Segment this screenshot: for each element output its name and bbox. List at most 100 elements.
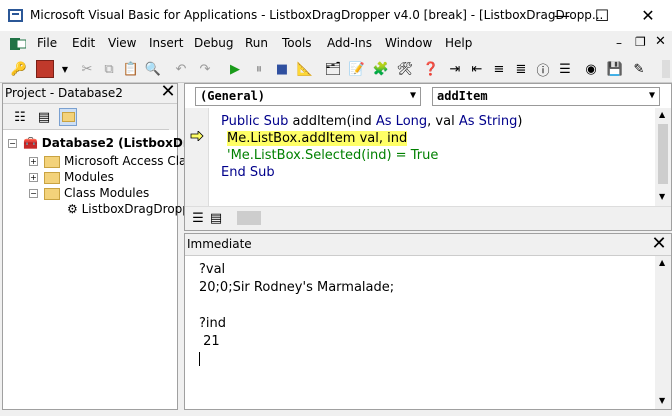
- chevron-down-icon[interactable]: ▼: [56, 60, 74, 78]
- mdi-close-button[interactable]: ✕: [655, 34, 666, 49]
- procedure-combo-value: addItem: [437, 89, 488, 103]
- chevron-up-icon: ▲: [659, 110, 666, 119]
- code-line-4[interactable]: End Sub: [221, 165, 275, 180]
- close-immediate-button[interactable]: ✕: [650, 235, 668, 254]
- code-line-3[interactable]: 'Me.ListBox.Selected(ind) = True: [227, 148, 438, 163]
- project-explorer: Project - Database2 ✕ ☷ ▤ − 🧰 Database2 (…: [2, 83, 193, 410]
- toolbox-icon[interactable]: 🛠: [396, 60, 414, 78]
- immediate-scrollbar[interactable]: ▲ ▼: [655, 256, 671, 409]
- project-toolbar: ☷ ▤: [3, 104, 177, 130]
- window-title: Microsoft Visual Basic for Applications …: [30, 8, 604, 22]
- insert-userform-icon[interactable]: [36, 60, 54, 78]
- outdent-icon[interactable]: ⇤: [468, 60, 486, 78]
- view-object-icon[interactable]: ▤: [35, 108, 53, 126]
- list-constants-icon[interactable]: ≣: [512, 60, 530, 78]
- object-combo-value: (General): [200, 89, 266, 103]
- code-margin[interactable]: [185, 108, 209, 208]
- copy-icon[interactable]: ⧉: [100, 60, 118, 78]
- mdi-minimize-button[interactable]: –: [616, 36, 622, 50]
- toggle-breakpoint-icon[interactable]: ◉: [582, 60, 600, 78]
- menu-tools[interactable]: Tools: [282, 36, 312, 50]
- run-icon[interactable]: ▶: [226, 60, 244, 78]
- menu-addins[interactable]: Add-Ins: [327, 36, 372, 50]
- redo-icon[interactable]: ↷: [196, 60, 214, 78]
- close-window-button[interactable]: ✕: [626, 0, 670, 31]
- help-icon[interactable]: ❓: [422, 60, 440, 78]
- maximize-button[interactable]: ☐: [580, 0, 624, 31]
- chevron-up-icon: ▲: [659, 258, 666, 267]
- minimize-button[interactable]: —: [540, 0, 584, 31]
- menu-window[interactable]: Window: [385, 36, 432, 50]
- list-properties-icon[interactable]: ≡: [490, 60, 508, 78]
- break-icon[interactable]: ⏸: [250, 60, 268, 78]
- comment-block-icon[interactable]: ✎: [630, 60, 648, 78]
- immediate-line[interactable]: ?val: [199, 262, 225, 277]
- procedure-combo[interactable]: addItem ▼: [432, 87, 660, 106]
- project-header: Project - Database2 ✕: [3, 83, 177, 104]
- menu-debug[interactable]: Debug: [194, 36, 233, 50]
- menu-run[interactable]: Run: [245, 36, 268, 50]
- toggle-folders-icon[interactable]: [59, 108, 77, 126]
- title-bar: Microsoft Visual Basic for Applications …: [0, 0, 672, 31]
- menu-insert[interactable]: Insert: [149, 36, 183, 50]
- cut-icon[interactable]: ✂: [78, 60, 96, 78]
- procedure-view-icon[interactable]: ☰: [189, 209, 207, 227]
- tree-item-label: Class Modules: [64, 186, 150, 200]
- project-icon: 🧰: [23, 136, 38, 150]
- immediate-line[interactable]: ?ind: [199, 316, 226, 331]
- class-module-icon: ⚙: [67, 202, 78, 216]
- undo-icon[interactable]: ↶: [172, 60, 190, 78]
- save-icon[interactable]: 💾: [606, 60, 624, 78]
- code-window: (General) ▼ addItem ▼ Public Sub addItem(i…: [184, 83, 672, 231]
- object-combo[interactable]: (General) ▼: [195, 87, 421, 106]
- code-vertical-scrollbar[interactable]: ▲ ▼: [655, 108, 671, 206]
- quick-info-icon[interactable]: ⓘ: [534, 60, 552, 79]
- parameter-info-icon[interactable]: ☰: [556, 60, 574, 78]
- paste-icon[interactable]: 📋: [122, 60, 140, 78]
- tree-item-class[interactable]: ⚙ ListboxDragDropp: [67, 202, 190, 216]
- properties-window-icon[interactable]: 📝: [348, 60, 366, 78]
- tree-item-modules[interactable]: + Modules: [29, 170, 114, 184]
- code-line-2-current[interactable]: Me.ListBox.addItem val, ind: [227, 131, 408, 146]
- immediate-title: Immediate: [187, 237, 252, 251]
- open-folder-icon: [44, 187, 60, 200]
- code-horizontal-scrollbar[interactable]: [237, 211, 261, 225]
- code-line-1[interactable]: Public Sub addItem(ind As Long, val As S…: [221, 114, 523, 129]
- scroll-thumb[interactable]: [658, 124, 668, 184]
- project-scrollbar[interactable]: [169, 104, 177, 130]
- tree-item-class-modules[interactable]: − Class Modules: [29, 186, 149, 200]
- text-cursor: [199, 352, 200, 366]
- menu-bar: File Edit View Insert Debug Run Tools Ad…: [0, 31, 672, 56]
- indent-icon[interactable]: ⇥: [446, 60, 464, 78]
- reset-icon[interactable]: ■: [273, 60, 291, 78]
- view-code-icon[interactable]: ☷: [11, 108, 29, 126]
- menu-edit[interactable]: Edit: [72, 36, 95, 50]
- full-module-view-icon[interactable]: ▤: [207, 209, 225, 227]
- folder-icon: [44, 171, 60, 184]
- menu-help[interactable]: Help: [445, 36, 472, 50]
- chevron-down-icon: ▼: [659, 396, 666, 405]
- view-access-icon[interactable]: 🔑: [10, 60, 28, 78]
- chevron-down-icon: ▼: [648, 90, 655, 101]
- tree-item-label: Microsoft Access Clas: [64, 154, 193, 168]
- immediate-header: Immediate ✕: [185, 234, 671, 256]
- design-mode-icon[interactable]: 📐: [296, 60, 314, 78]
- standard-toolbar: 🔑 ▼ ✂ ⧉ 📋 🔍 ↶ ↷ ▶ ⏸ ■ 📐 🗂 📝 🧩 🛠 ❓ ⇥ ⇤ ≡ …: [0, 56, 672, 83]
- mdi-restore-button[interactable]: ❐: [635, 35, 646, 49]
- menu-view[interactable]: View: [108, 36, 136, 50]
- find-icon[interactable]: 🔍: [144, 60, 162, 78]
- object-browser-icon[interactable]: 🧩: [372, 60, 390, 78]
- tree-project-label: Database2 (ListboxDr: [41, 136, 189, 150]
- menu-file[interactable]: File: [37, 36, 57, 50]
- tree-project-node[interactable]: − 🧰 Database2 (ListboxDr: [8, 136, 189, 150]
- excel-icon: [10, 38, 27, 50]
- vba-app-icon: [7, 7, 24, 24]
- close-project-button[interactable]: ✕: [159, 83, 177, 102]
- tree-item-access-objects[interactable]: + Microsoft Access Clas: [29, 154, 193, 168]
- tree-item-label: ListboxDragDropp: [81, 202, 190, 216]
- immediate-line[interactable]: 21: [199, 334, 220, 349]
- immediate-line[interactable]: 20;0;Sir Rodney's Marmalade;: [199, 280, 394, 295]
- project-explorer-icon[interactable]: 🗂: [324, 60, 342, 78]
- toolbar-overflow[interactable]: [662, 60, 670, 78]
- code-bottom-bar: ☰ ▤: [185, 206, 671, 230]
